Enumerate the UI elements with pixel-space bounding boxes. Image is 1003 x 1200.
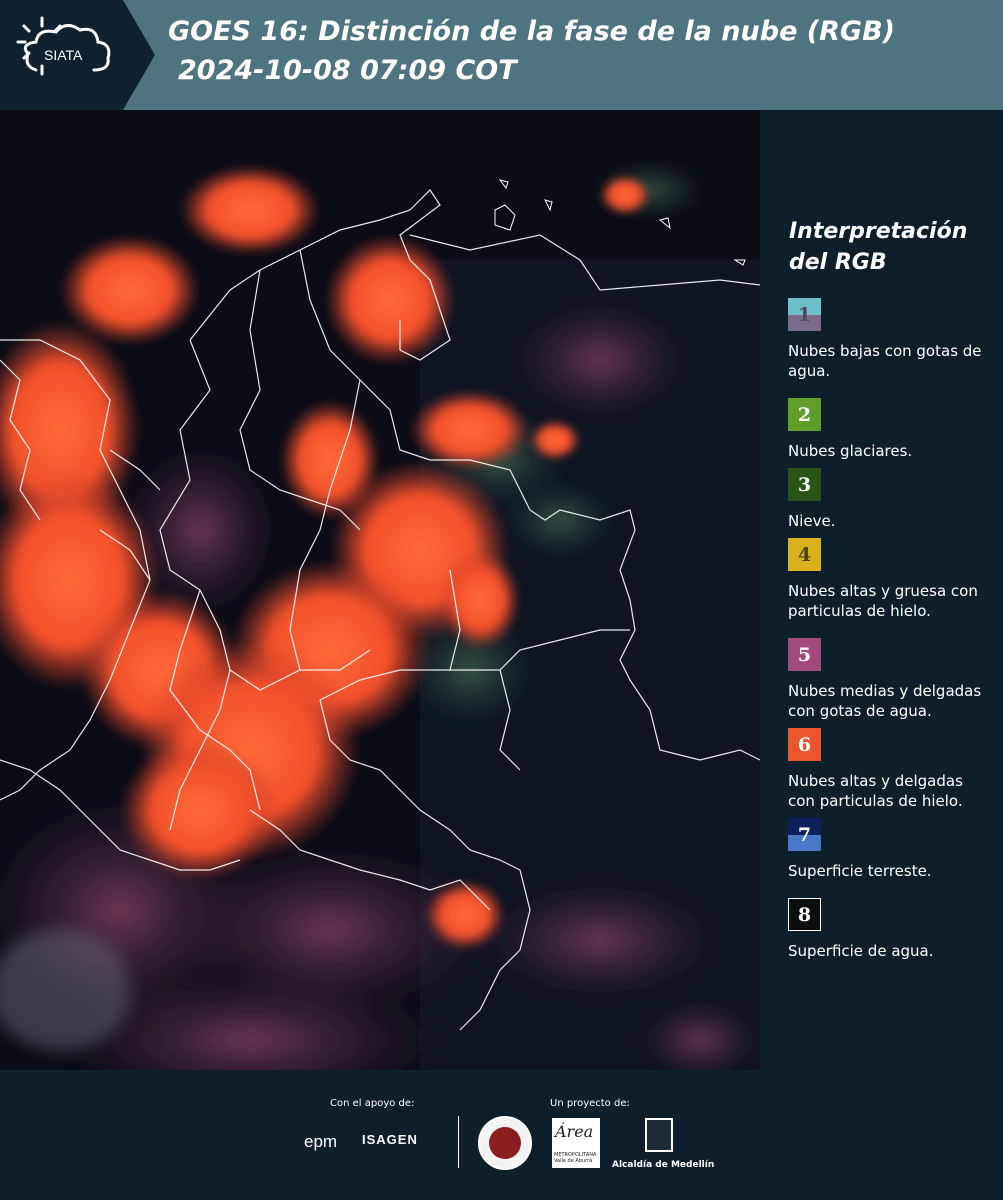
legend-label: Nubes altas y gruesa con particulas de h… xyxy=(788,582,978,620)
legend-title: Interpretación del RGB xyxy=(789,219,968,275)
header: SIATA GOES 16: Distinción de la fase de … xyxy=(0,0,1003,110)
legend-label: Superficie terreste. xyxy=(788,862,932,880)
legend-item: 6 Nubes altas y delgadas con particulas d… xyxy=(788,728,998,811)
sun-cloud-icon: SIATA xyxy=(16,16,111,76)
legend-item: 7 Superficie terreste. xyxy=(788,818,998,881)
legend-item: 3 Nieve. xyxy=(788,468,998,531)
area-metropolitana-logo: Área METROPOLITANA Valle de Aburrá xyxy=(552,1118,600,1168)
legend-label: Nieve. xyxy=(788,512,836,530)
project-label: Un proyecto de: xyxy=(550,1098,630,1109)
legend-swatch: 1 xyxy=(788,298,821,331)
legend-swatch: 2 xyxy=(788,398,821,431)
medellin-shield-icon xyxy=(645,1118,673,1152)
siata-logo: SIATA xyxy=(0,0,155,110)
legend-item: 1 Nubes bajas con gotas de agua. xyxy=(788,298,998,381)
legend-label: Nubes medias y delgadas con gotas de agu… xyxy=(788,682,982,720)
legend-swatch: 8 xyxy=(788,898,821,931)
legend-label: Nubes bajas con gotas de agua. xyxy=(788,342,982,380)
medellin-logo-text: Alcaldía de Medellín xyxy=(612,1160,715,1170)
isagen-logo: ISAGEN xyxy=(362,1132,418,1147)
legend-number: 7 xyxy=(797,823,812,846)
seal-logo xyxy=(478,1116,532,1170)
legend-panel: Interpretación del RGB 1 Nubes bajas con … xyxy=(760,110,1003,1070)
footer-divider xyxy=(458,1116,459,1168)
legend-number: 2 xyxy=(797,403,812,426)
title-line-1: GOES 16: Distinción de la fase de la nub… xyxy=(168,16,895,47)
legend-swatch: 7 xyxy=(788,818,821,851)
footer: Con el apoyo de: Un proyecto de: epm ISA… xyxy=(0,1070,1003,1200)
area-logo-subtext: METROPOLITANA Valle de Aburrá xyxy=(554,1152,597,1164)
legend-number: 5 xyxy=(797,643,812,666)
legend-number: 1 xyxy=(797,303,812,326)
legend-swatch: 3 xyxy=(788,468,821,501)
title-line-2: 2024-10-08 07:09 COT xyxy=(178,55,517,86)
legend-label: Superficie de agua. xyxy=(788,942,934,960)
area-logo-text: Área xyxy=(555,1122,594,1141)
legend-item: 8 Superficie de agua. xyxy=(788,898,998,961)
seal-inner-icon xyxy=(489,1127,521,1159)
legend-number: 4 xyxy=(797,543,812,566)
legend-number: 6 xyxy=(797,733,812,756)
legend-swatch: 4 xyxy=(788,538,821,571)
support-label: Con el apoyo de: xyxy=(330,1098,415,1109)
legend-swatch: 5 xyxy=(788,638,821,671)
legend-number: 3 xyxy=(797,473,812,496)
legend-item: 5 Nubes medias y delgadas con gotas de ag… xyxy=(788,638,998,721)
legend-number: 8 xyxy=(797,903,812,926)
legend-item: 4 Nubes altas y gruesa con particulas de … xyxy=(788,538,998,621)
epm-logo: epm xyxy=(304,1132,338,1151)
svg-text:SIATA: SIATA xyxy=(44,47,83,63)
legend-label: Nubes altas y delgadas con particulas de… xyxy=(788,772,963,810)
legend-swatch: 6 xyxy=(788,728,821,761)
legend-label: Nubes glaciares. xyxy=(788,442,913,460)
legend-item: 2 Nubes glaciares. xyxy=(788,398,998,461)
satellite-map xyxy=(0,110,760,1070)
